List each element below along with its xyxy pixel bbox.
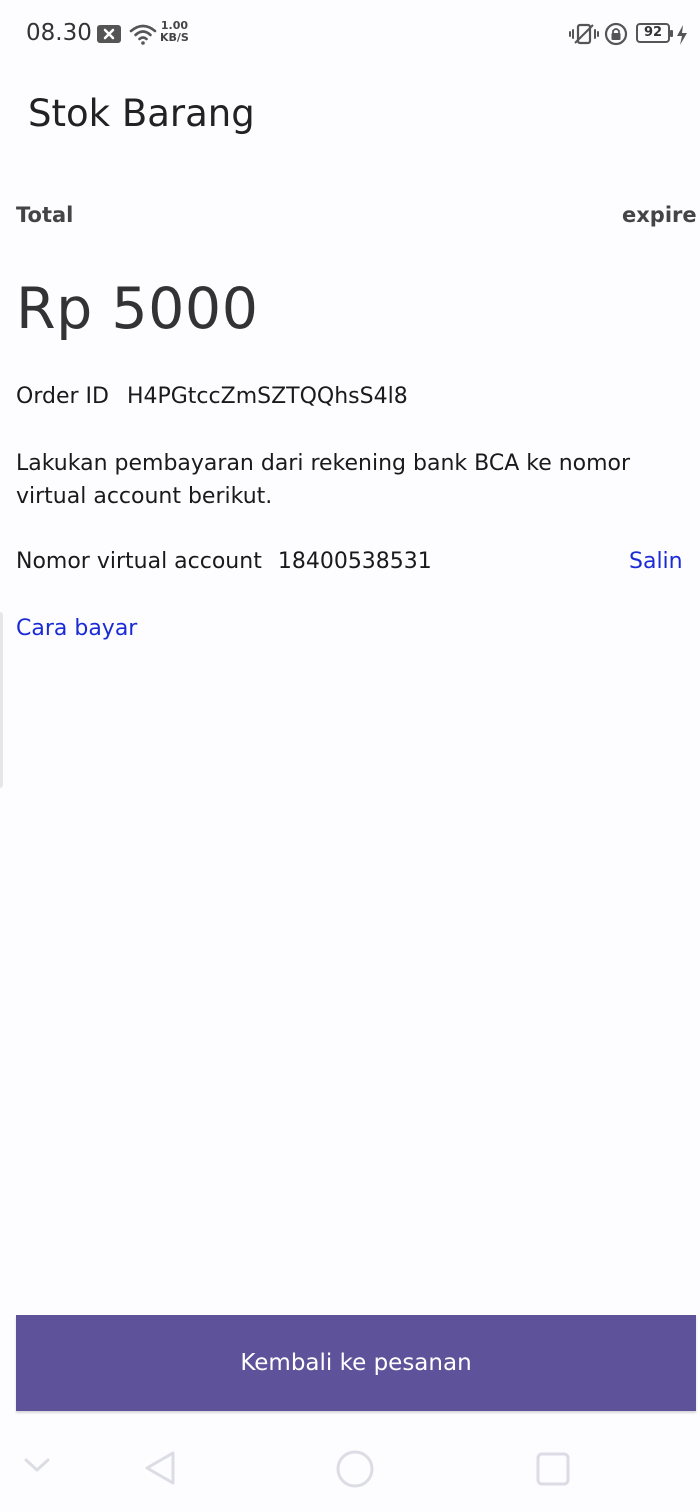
total-label: Total [16,203,74,227]
copy-button[interactable]: Salin [629,549,683,574]
status-time: 08.30 [26,20,92,46]
network-speed: 1.00 KB/S [160,20,189,44]
vibrate-icon [568,22,600,48]
status-bar: 08.30 1.00 KB/S 92 [0,0,700,68]
battery-level: 92 [636,23,673,43]
expire-label: expire [622,203,697,227]
network-speed-unit: KB/S [160,31,189,44]
back-triangle-icon[interactable] [141,1449,179,1491]
home-circle-icon[interactable] [335,1449,375,1493]
notification-close-icon [96,22,122,48]
back-to-orders-button[interactable]: Kembali ke pesanan [16,1315,696,1411]
charging-bolt-icon [676,24,688,50]
lock-rotation-icon [603,22,629,48]
page-title: Stok Barang [28,92,255,135]
wifi-icon [129,22,157,48]
how-to-pay-link[interactable]: Cara bayar [16,616,137,641]
chevron-down-icon[interactable] [22,1455,52,1479]
virtual-account-row: Nomor virtual account 18400538531 [16,549,432,574]
order-id-row: Order ID H4PGtccZmSZTQQhsS4l8 [16,384,408,409]
payment-instruction: Lakukan pembayaran dari rekening bank BC… [16,451,631,509]
payment-screen: 08.30 1.00 KB/S 92 Stok Barang Total exp… [0,0,700,1512]
virtual-account-number: 18400538531 [277,549,432,574]
total-amount: Rp 5000 [16,276,259,342]
edge-panel-handle[interactable] [0,612,3,788]
order-id-label: Order ID [16,384,109,409]
order-id-value: H4PGtccZmSZTQQhsS4l8 [126,384,408,409]
system-nav-bar [0,1425,700,1512]
recents-square-icon[interactable] [535,1451,571,1491]
virtual-account-label: Nomor virtual account [16,549,262,574]
